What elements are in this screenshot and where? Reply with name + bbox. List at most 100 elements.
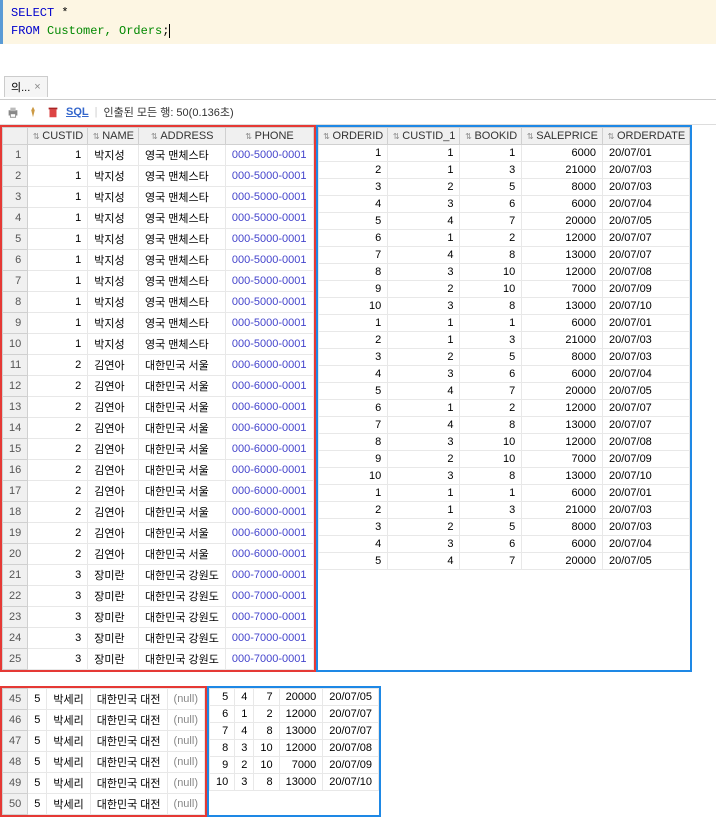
- column-header[interactable]: ⇅CUSTID_1: [388, 128, 460, 145]
- table-row[interactable]: 325800020/07/03: [318, 179, 690, 196]
- delete-icon[interactable]: [46, 105, 60, 119]
- table-row[interactable]: 192김연아대한민국 서울000-6000-0001: [3, 523, 314, 544]
- sort-icon[interactable]: ⇅: [323, 132, 331, 141]
- table-row[interactable]: 213장미란대한민국 강원도000-7000-0001: [3, 565, 314, 586]
- table-row[interactable]: 2132100020/07/03: [318, 332, 690, 349]
- sort-icon[interactable]: ⇅: [32, 132, 40, 141]
- table-row[interactable]: 6121200020/07/07: [209, 706, 378, 723]
- table-row[interactable]: 6121200020/07/07: [318, 400, 690, 417]
- table-row[interactable]: 6121200020/07/07: [318, 230, 690, 247]
- result-tab[interactable]: 의... ×: [4, 76, 48, 97]
- table-row[interactable]: 495박세리대한민국 대전(null): [3, 773, 205, 794]
- table-row[interactable]: 91박지성영국 맨체스타000-5000-0001: [3, 313, 314, 334]
- column-header[interactable]: ⇅ORDERDATE: [602, 128, 689, 145]
- table-row[interactable]: 7481300020/07/07: [318, 247, 690, 264]
- sql-editor[interactable]: SELECT * FROM Customer, Orders;: [0, 0, 716, 44]
- table-row[interactable]: 83101200020/07/08: [318, 434, 690, 451]
- table-row[interactable]: 465박세리대한민국 대전(null): [3, 710, 205, 731]
- table-row[interactable]: 7481300020/07/07: [318, 417, 690, 434]
- table-row[interactable]: 253장미란대한민국 강원도000-7000-0001: [3, 649, 314, 670]
- sort-icon[interactable]: ⇅: [607, 132, 615, 141]
- table-row[interactable]: 10381300020/07/10: [318, 298, 690, 315]
- table-row[interactable]: 10381300020/07/10: [209, 774, 378, 791]
- table-row[interactable]: 2132100020/07/03: [318, 162, 690, 179]
- sort-icon[interactable]: ⇅: [92, 132, 100, 141]
- cell-custid1: 3: [388, 196, 460, 213]
- sort-icon[interactable]: ⇅: [392, 132, 400, 141]
- table-row[interactable]: 142김연아대한민국 서울000-6000-0001: [3, 418, 314, 439]
- cell-orderid: 4: [318, 366, 388, 383]
- table-row[interactable]: 182김연아대한민국 서울000-6000-0001: [3, 502, 314, 523]
- table-row[interactable]: 2132100020/07/03: [318, 502, 690, 519]
- close-icon[interactable]: ×: [34, 81, 40, 93]
- table-row[interactable]: 5472000020/07/05: [318, 383, 690, 400]
- customer-table[interactable]: 455박세리대한민국 대전(null)465박세리대한민국 대전(null)47…: [2, 688, 205, 815]
- column-header[interactable]: ⇅ADDRESS: [138, 128, 225, 145]
- cell-bookid: 1: [460, 485, 522, 502]
- sort-icon[interactable]: ⇅: [245, 132, 253, 141]
- table-row[interactable]: 61박지성영국 맨체스타000-5000-0001: [3, 250, 314, 271]
- table-row[interactable]: 51박지성영국 맨체스타000-5000-0001: [3, 229, 314, 250]
- column-header[interactable]: ⇅SALEPRICE: [522, 128, 603, 145]
- table-row[interactable]: 5472000020/07/05: [318, 553, 690, 570]
- print-icon[interactable]: [6, 105, 20, 119]
- table-row[interactable]: 243장미란대한민국 강원도000-7000-0001: [3, 628, 314, 649]
- table-row[interactable]: 436600020/07/04: [318, 536, 690, 553]
- cell-custid: 3: [28, 628, 88, 649]
- table-row[interactable]: 9210700020/07/09: [318, 451, 690, 468]
- cell-custid1: 2: [388, 519, 460, 536]
- table-row[interactable]: 475박세리대한민국 대전(null): [3, 731, 205, 752]
- table-row[interactable]: 71박지성영국 맨체스타000-5000-0001: [3, 271, 314, 292]
- column-header[interactable]: ⇅CUSTID: [28, 128, 88, 145]
- table-row[interactable]: 436600020/07/04: [318, 196, 690, 213]
- table-row[interactable]: 132김연아대한민국 서울000-6000-0001: [3, 397, 314, 418]
- table-row[interactable]: 436600020/07/04: [318, 366, 690, 383]
- table-row[interactable]: 152김연아대한민국 서울000-6000-0001: [3, 439, 314, 460]
- table-row[interactable]: 172김연아대한민국 서울000-6000-0001: [3, 481, 314, 502]
- column-header[interactable]: ⇅PHONE: [225, 128, 313, 145]
- cell-name: 김연아: [88, 481, 139, 502]
- table-row[interactable]: 325800020/07/03: [318, 349, 690, 366]
- column-header[interactable]: ⇅NAME: [88, 128, 139, 145]
- pin-icon[interactable]: [26, 105, 40, 119]
- table-row[interactable]: 83101200020/07/08: [318, 264, 690, 281]
- table-row[interactable]: 111600020/07/01: [318, 315, 690, 332]
- table-row[interactable]: 111600020/07/01: [318, 485, 690, 502]
- table-row[interactable]: 5472000020/07/05: [318, 213, 690, 230]
- table-row[interactable]: 485박세리대한민국 대전(null): [3, 752, 205, 773]
- table-row[interactable]: 21박지성영국 맨체스타000-5000-0001: [3, 166, 314, 187]
- table-row[interactable]: 162김연아대한민국 서울000-6000-0001: [3, 460, 314, 481]
- cell-name: 박지성: [88, 166, 139, 187]
- sort-icon[interactable]: ⇅: [150, 132, 158, 141]
- table-row[interactable]: 83101200020/07/08: [209, 740, 378, 757]
- table-row[interactable]: 81박지성영국 맨체스타000-5000-0001: [3, 292, 314, 313]
- table-row[interactable]: 455박세리대한민국 대전(null): [3, 689, 205, 710]
- orders-table[interactable]: ⇅ORDERID⇅CUSTID_1⇅BOOKID⇅SALEPRICE⇅ORDER…: [318, 127, 691, 570]
- sort-icon[interactable]: ⇅: [464, 132, 472, 141]
- customer-table[interactable]: ⇅CUSTID⇅NAME⇅ADDRESS⇅PHONE 11박지성영국 맨체스타0…: [2, 127, 314, 670]
- table-row[interactable]: 325800020/07/03: [318, 519, 690, 536]
- table-row[interactable]: 7481300020/07/07: [209, 723, 378, 740]
- table-row[interactable]: 223장미란대한민국 강원도000-7000-0001: [3, 586, 314, 607]
- table-row[interactable]: 112김연아대한민국 서울000-6000-0001: [3, 355, 314, 376]
- table-row[interactable]: 111600020/07/01: [318, 145, 690, 162]
- column-header[interactable]: ⇅BOOKID: [460, 128, 522, 145]
- table-row[interactable]: 505박세리대한민국 대전(null): [3, 794, 205, 815]
- cell-address: 영국 맨체스타: [138, 271, 225, 292]
- table-row[interactable]: 233장미란대한민국 강원도000-7000-0001: [3, 607, 314, 628]
- sql-link[interactable]: SQL: [66, 106, 89, 118]
- column-header[interactable]: ⇅ORDERID: [318, 128, 388, 145]
- cell-orderdate: 20/07/03: [602, 332, 689, 349]
- table-row[interactable]: 9210700020/07/09: [318, 281, 690, 298]
- table-row[interactable]: 122김연아대한민국 서울000-6000-0001: [3, 376, 314, 397]
- orders-table[interactable]: 5472000020/07/056121200020/07/0774813000…: [209, 688, 379, 791]
- table-row[interactable]: 41박지성영국 맨체스타000-5000-0001: [3, 208, 314, 229]
- table-row[interactable]: 9210700020/07/09: [209, 757, 378, 774]
- table-row[interactable]: 101박지성영국 맨체스타000-5000-0001: [3, 334, 314, 355]
- table-row[interactable]: 31박지성영국 맨체스타000-5000-0001: [3, 187, 314, 208]
- table-row[interactable]: 11박지성영국 맨체스타000-5000-0001: [3, 145, 314, 166]
- table-row[interactable]: 202김연아대한민국 서울000-6000-0001: [3, 544, 314, 565]
- table-row[interactable]: 5472000020/07/05: [209, 689, 378, 706]
- sort-icon[interactable]: ⇅: [526, 132, 534, 141]
- table-row[interactable]: 10381300020/07/10: [318, 468, 690, 485]
